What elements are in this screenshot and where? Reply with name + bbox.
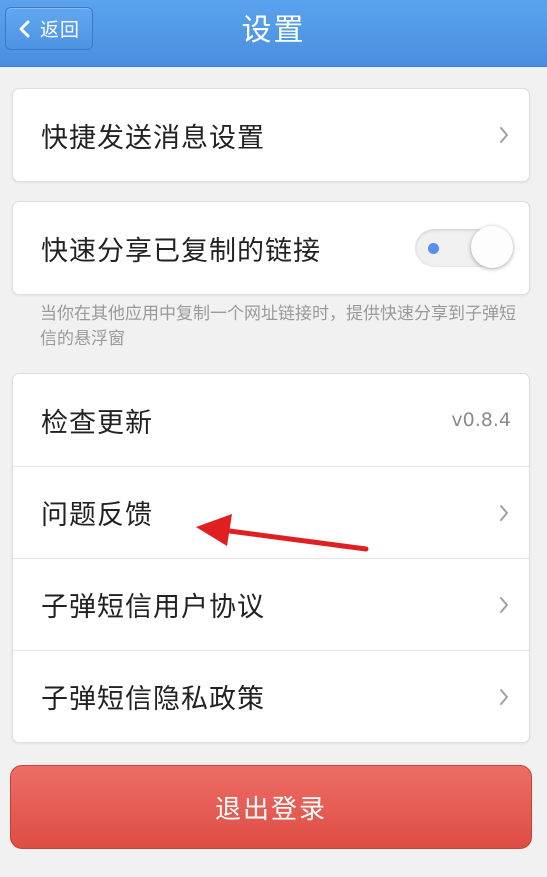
quick-share-label: 快速分享已复制的链接 (41, 235, 321, 267)
user-agreement-label: 子弹短信用户协议 (41, 592, 265, 623)
toggle-indicator-dot (428, 243, 439, 254)
quick-share-row: 快速分享已复制的链接 (13, 202, 529, 294)
toggle-knob (471, 226, 513, 268)
privacy-policy-label: 子弹短信隐私政策 (41, 684, 265, 715)
quick-share-toggle[interactable] (415, 226, 513, 268)
logout-button-label: 退出登录 (214, 794, 327, 825)
feedback-label: 问题反馈 (41, 500, 153, 531)
version-value: v0.8.4 (451, 409, 511, 431)
quick-send-settings-row[interactable]: 快捷发送消息设置 (13, 89, 529, 181)
feedback-row[interactable]: 问题反馈 (13, 466, 529, 558)
chevron-right-icon (497, 503, 511, 523)
info-list-card: 检查更新 v0.8.4 问题反馈 子弹短信用户协议 子弹短信隐私政策 (12, 373, 530, 743)
logout-button[interactable]: 退出登录 (10, 765, 532, 849)
back-button-label: 返回 (40, 19, 81, 41)
check-update-label: 检查更新 (41, 407, 153, 439)
privacy-policy-row[interactable]: 子弹短信隐私政策 (13, 650, 529, 742)
quick-send-card: 快捷发送消息设置 (12, 88, 530, 182)
chevron-right-icon (497, 687, 511, 707)
chevron-right-icon (497, 125, 511, 145)
quick-share-card: 快速分享已复制的链接 (12, 201, 530, 295)
back-button[interactable]: 返回 (5, 7, 93, 50)
quick-send-settings-label: 快捷发送消息设置 (41, 122, 265, 154)
app-header: 设置 返回 (0, 0, 547, 67)
user-agreement-row[interactable]: 子弹短信用户协议 (13, 558, 529, 650)
chevron-left-icon (14, 18, 36, 40)
check-update-row[interactable]: 检查更新 v0.8.4 (13, 374, 529, 466)
quick-share-hint: 当你在其他应用中复制一个网址链接时，提供快速分享到子弹短信的悬浮窗 (40, 304, 516, 349)
chevron-right-icon (497, 595, 511, 615)
